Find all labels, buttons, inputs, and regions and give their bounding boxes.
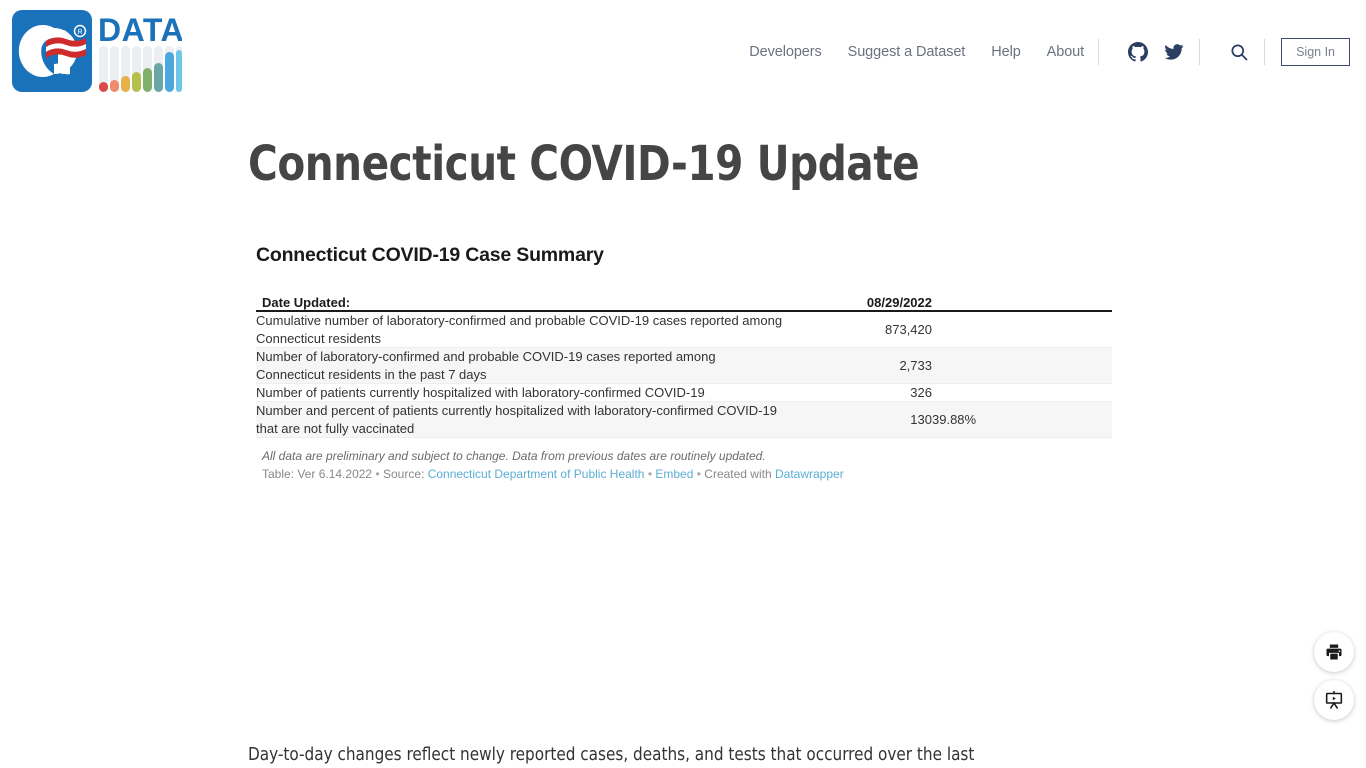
nav-link-help[interactable]: Help [991, 44, 1021, 60]
search-icon[interactable] [1228, 41, 1250, 63]
table-row: Cumulative number of laboratory-confirme… [256, 311, 1112, 348]
nav-divider-2 [1199, 39, 1201, 65]
table-header: Date Updated: 08/29/2022 [256, 295, 1112, 313]
row-value: 873,420 [885, 322, 932, 338]
credit-separator: • [696, 467, 701, 482]
site-header: R DATA Developers Suggest a Dataset Help… [0, 0, 1366, 100]
credit-source-label: Source: [382, 467, 425, 482]
credit-datawrapper-link[interactable]: Datawrapper [775, 467, 844, 481]
column-header-date-value: 08/29/2022 [784, 295, 932, 313]
svg-text:DATA: DATA [98, 12, 182, 48]
table-credit-line: Table: Ver 6.14.2022 • Source: Connectic… [262, 466, 1112, 483]
nav-link-about[interactable]: About [1047, 44, 1085, 60]
table-disclaimer: All data are preliminary and subject to … [262, 449, 766, 464]
credit-embed-link[interactable]: Embed [655, 467, 693, 481]
sign-in-button[interactable]: Sign In [1281, 38, 1350, 66]
table-title: Connecticut COVID-19 Case Summary [256, 244, 604, 266]
twitter-icon[interactable] [1163, 41, 1185, 63]
row-percent [932, 348, 1112, 384]
credit-separator: • [375, 467, 380, 482]
credit-version: Table: Ver 6.14.2022 [262, 467, 373, 482]
page-title: Connecticut COVID-19 Update [248, 136, 920, 192]
site-logo[interactable]: R DATA [10, 8, 184, 92]
floating-action-buttons [1314, 632, 1354, 720]
row-label: Number and percent of patients currently… [256, 403, 777, 436]
github-icon[interactable] [1127, 41, 1149, 63]
ctdata-logo-icon: R DATA [12, 10, 184, 92]
table-notes: All data are preliminary and subject to … [256, 448, 1112, 483]
print-button[interactable] [1314, 632, 1354, 672]
credit-created-label: Created with [704, 467, 772, 482]
row-value: 2,733 [899, 357, 932, 373]
printer-icon [1326, 644, 1342, 660]
table-header-row: Date Updated: 08/29/2022 [256, 295, 1112, 313]
body-paragraph: Day-to-day changes reflect newly reporte… [248, 745, 975, 765]
nav-link-suggest-a-dataset[interactable]: Suggest a Dataset [848, 44, 966, 60]
column-header-percent [932, 295, 1112, 313]
presentation-button[interactable] [1314, 680, 1354, 720]
table-row: Number of laboratory-confirmed and proba… [256, 347, 1112, 384]
row-value: 326 [910, 385, 932, 401]
row-percent [932, 311, 1112, 347]
table-body: Cumulative number of laboratory-confirme… [256, 311, 1112, 438]
main-navigation: Developers Suggest a Dataset Help About … [749, 36, 1350, 68]
table-row: Number and percent of patients currently… [256, 401, 1112, 438]
svg-text:R: R [77, 29, 82, 36]
covid-case-summary-table-block: Connecticut COVID-19 Case Summary Date U… [256, 244, 1112, 483]
nav-divider-1 [1098, 39, 1100, 65]
column-header-date-updated: Date Updated: [256, 295, 784, 313]
row-value: 130 [910, 412, 932, 428]
credit-separator: • [647, 467, 653, 482]
presentation-icon [1325, 690, 1343, 709]
row-label: Cumulative number of laboratory-confirme… [256, 313, 783, 346]
row-label: Number of patients currently hospitalize… [256, 385, 705, 401]
nav-link-developers[interactable]: Developers [749, 44, 821, 60]
nav-divider-3 [1264, 39, 1266, 65]
row-percent: 39.88% [932, 412, 977, 428]
covid-summary-table: Date Updated: 08/29/2022 Cumulative numb… [256, 295, 1112, 438]
row-label: Number of laboratory-confirmed and proba… [256, 349, 716, 382]
row-percent [932, 384, 1112, 402]
table-row: Number of patients currently hospitalize… [256, 384, 1112, 402]
credit-source-link[interactable]: Connecticut Department of Public Health [428, 467, 645, 481]
